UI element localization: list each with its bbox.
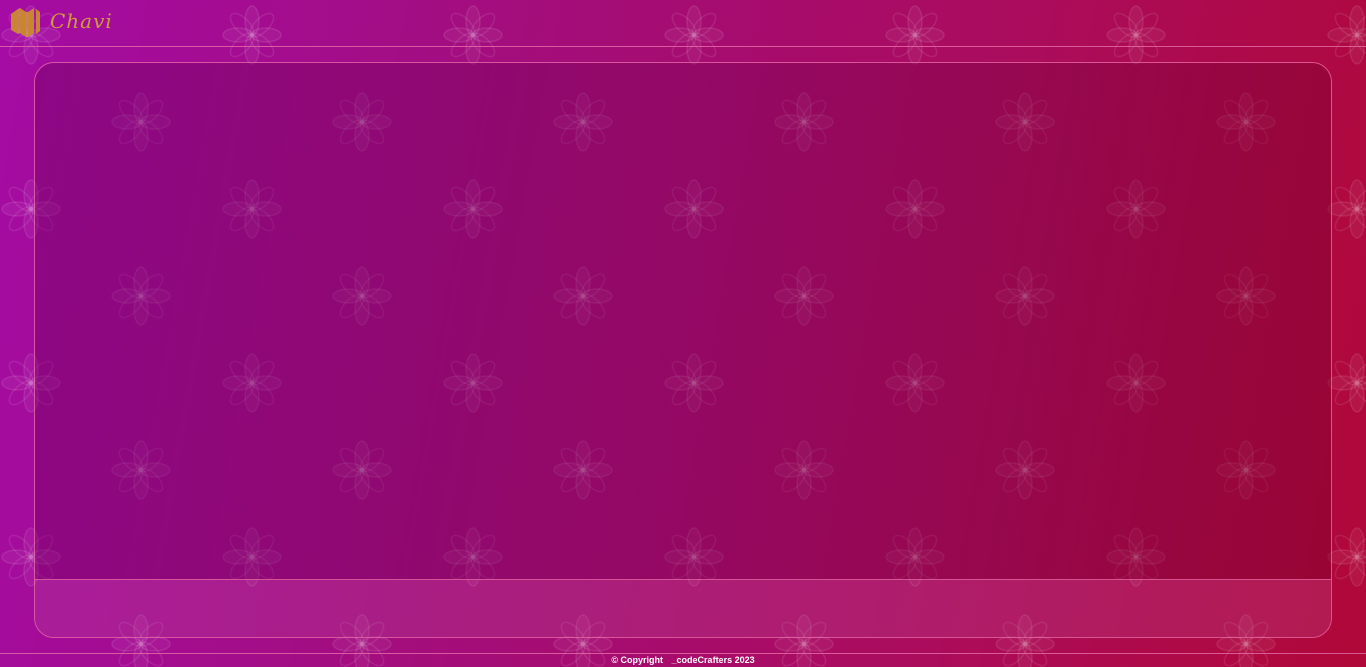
panel-footer (35, 580, 1331, 637)
top-header: Chavi (0, 0, 1366, 47)
page-footer: © Copyright _codeCrafters 2023 (0, 653, 1366, 667)
panel-body (35, 63, 1331, 580)
footer-text: © Copyright _codeCrafters 2023 (0, 654, 1366, 667)
chavi-logo-icon (11, 8, 40, 37)
home-logo-link[interactable]: Chavi (9, 6, 113, 39)
company-label: _codeCrafters 2023 (671, 655, 755, 665)
brand-name: Chavi (50, 8, 113, 33)
main-content-panel (34, 62, 1332, 638)
copyright-label: © Copyright (611, 655, 664, 665)
